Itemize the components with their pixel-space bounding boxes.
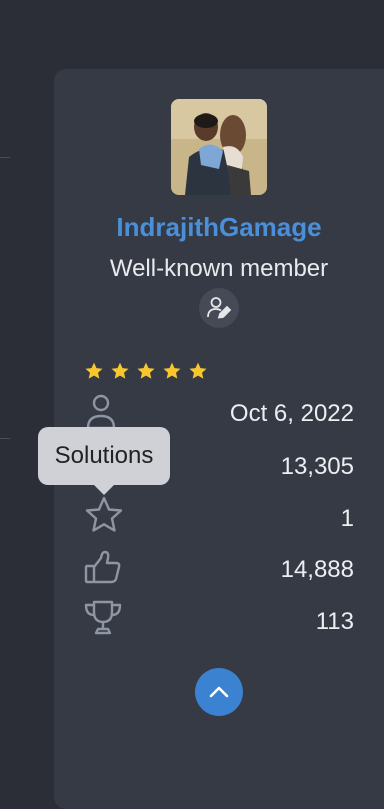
divider-line: [0, 438, 10, 439]
rating-stars: [84, 361, 208, 381]
star-icon: [137, 362, 155, 379]
scroll-to-top-button[interactable]: [195, 668, 243, 716]
message-count: 13,305: [280, 453, 354, 480]
edit-profile-button[interactable]: [199, 288, 239, 328]
solutions-count: 1: [340, 505, 354, 532]
star-icon: [189, 362, 207, 379]
divider-line: [0, 157, 10, 158]
user-edit-icon: [207, 297, 232, 319]
star-icon: [111, 362, 129, 379]
member-title: Well-known member: [109, 255, 329, 282]
tooltip-label: Solutions: [54, 442, 154, 469]
star-outline-icon: [85, 496, 123, 532]
tooltip: Solutions: [38, 427, 170, 495]
username-link[interactable]: IndrajithGamage: [54, 212, 384, 243]
joined-date: Oct 6, 2022: [229, 400, 354, 427]
trophy-icon: [84, 600, 122, 635]
chevron-up-icon: [209, 686, 229, 698]
user-icon: [86, 394, 116, 430]
avatar[interactable]: [171, 99, 267, 195]
reaction-score: 14,888: [280, 556, 354, 583]
trophy-points: 113: [315, 608, 354, 635]
star-icon: [163, 362, 181, 379]
thumbs-up-icon: [84, 550, 121, 584]
star-icon: [85, 362, 103, 379]
